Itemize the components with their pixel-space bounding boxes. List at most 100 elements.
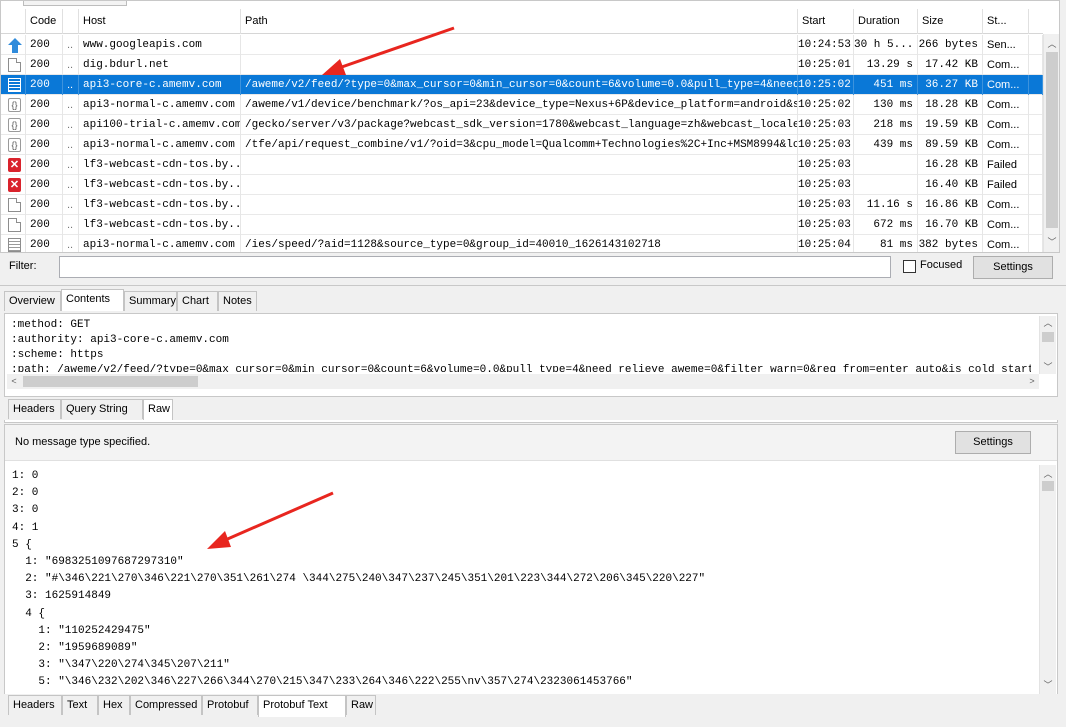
tab-overview[interactable]: Overview	[4, 291, 61, 311]
session-row[interactable]: 200.. lf3-webcast-cdn-tos.by... 10:25:03 67…	[1, 215, 1043, 235]
session-row[interactable]: 200.. api3-core-c.amemv.com/aweme/v2/feed…	[1, 75, 1043, 95]
scroll-up-icon[interactable]: ︿	[1044, 37, 1059, 51]
tab-request-raw[interactable]: Raw	[143, 399, 173, 420]
cell-start: 10:25:03	[798, 155, 854, 175]
cell-host: api3-normal-c.amemv.com	[79, 235, 241, 252]
grid-vertical-scrollbar[interactable]: ︿ ﹀	[1043, 34, 1059, 252]
focused-checkbox[interactable]	[903, 260, 916, 273]
tab-response-headers[interactable]: Headers	[8, 695, 62, 715]
protobuf-text-view[interactable]: 1: 0 2: 0 3: 0 4: 1 5 { 1: "6983251097687297…	[12, 468, 1042, 690]
tab-text[interactable]: Text	[62, 695, 98, 715]
text-document-icon	[8, 78, 21, 92]
cell-path: /gecko/server/v3/package?webcast_sdk_ver…	[241, 115, 798, 135]
document-icon	[8, 58, 21, 72]
protobuf-line: 1: "6983251097687297310"	[12, 556, 184, 569]
scrollbar-thumb[interactable]	[23, 376, 198, 387]
tab-summary[interactable]: Summary	[124, 291, 177, 311]
row-icon-cell: ✕	[1, 155, 26, 175]
cell-path	[241, 155, 798, 175]
session-row[interactable]: 200.. www.googleapis.com 10:24:53 30 h 5...…	[1, 35, 1043, 55]
request-horizontal-scrollbar[interactable]: < >	[7, 374, 1039, 389]
request-vertical-scrollbar[interactable]: ︿ ﹀	[1039, 316, 1056, 374]
document-icon	[8, 218, 21, 232]
cell-status: Com...	[983, 135, 1029, 155]
column-header-spacer	[63, 9, 79, 34]
response-settings-button[interactable]: Settings	[955, 431, 1031, 454]
row-end	[1029, 175, 1043, 195]
upload-arrow-icon	[8, 38, 22, 53]
request-line: :method: GET	[11, 319, 91, 331]
scroll-up-icon[interactable]: ︿	[1040, 467, 1056, 481]
tab-query-string[interactable]: Query String	[61, 399, 143, 419]
scroll-left-icon[interactable]: <	[7, 374, 21, 389]
cell-size: 382 bytes	[918, 235, 983, 252]
row-icon-cell	[1, 195, 26, 215]
response-vertical-scrollbar[interactable]: ︿ ﹀	[1039, 465, 1056, 694]
text-document-icon	[8, 238, 21, 252]
cell-code: 200	[26, 215, 63, 235]
column-header-start[interactable]: Start	[798, 9, 854, 34]
splitter[interactable]	[0, 285, 1066, 286]
tab-compressed[interactable]: Compressed	[130, 695, 202, 715]
scroll-down-icon[interactable]: ﹀	[1040, 360, 1056, 374]
scroll-right-icon[interactable]: >	[1025, 374, 1039, 389]
row-spacer: ..	[63, 175, 79, 195]
cell-path: /aweme/v1/device/benchmark/?os_api=23&de…	[241, 95, 798, 115]
cell-host: api100-trial-c.amemv.com	[79, 115, 241, 135]
tab-protobuf-text[interactable]: Protobuf Text	[258, 695, 346, 717]
tab-notes[interactable]: Notes	[218, 291, 257, 311]
cell-size: 16.28 KB	[918, 155, 983, 175]
request-line: :authority: api3-core-c.amemv.com	[11, 334, 229, 346]
cell-duration: 13.29 s	[854, 55, 918, 75]
column-header-host[interactable]: Host	[79, 9, 241, 34]
scrollbar-thumb[interactable]	[1046, 52, 1058, 228]
row-icon-cell	[1, 55, 26, 75]
protobuf-line: 1: "110252429475"	[12, 624, 151, 637]
filter-input[interactable]	[59, 256, 891, 278]
session-row[interactable]: 200.. dig.bdurl.net 10:25:01 13.29 s 17.42 K…	[1, 55, 1043, 75]
session-row[interactable]: {} 200.. api3-normal-c.amemv.com/tfe/api/r…	[1, 135, 1043, 155]
scroll-down-icon[interactable]: ﹀	[1040, 678, 1056, 692]
cell-path	[241, 175, 798, 195]
scroll-up-icon[interactable]: ︿	[1040, 316, 1056, 330]
cell-size: 16.86 KB	[918, 195, 983, 215]
cell-code: 200	[26, 95, 63, 115]
response-header-bar: No message type specified. Settings	[5, 425, 1057, 461]
cell-host: lf3-webcast-cdn-tos.by...	[79, 195, 241, 215]
column-header-code[interactable]: Code	[26, 9, 63, 34]
tab-request-headers[interactable]: Headers	[8, 399, 61, 419]
cell-host: api3-normal-c.amemv.com	[79, 135, 241, 155]
cell-code: 200	[26, 175, 63, 195]
scrollbar-thumb[interactable]	[1042, 481, 1054, 491]
session-row[interactable]: 200.. api3-normal-c.amemv.com/ies/speed/?…	[1, 235, 1043, 252]
scroll-down-icon[interactable]: ﹀	[1044, 235, 1059, 249]
session-row[interactable]: {} 200.. api100-trial-c.amemv.com/gecko/se…	[1, 115, 1043, 135]
row-icon-cell	[1, 75, 26, 95]
cell-duration: 130 ms	[854, 95, 918, 115]
tab-response-raw[interactable]: Raw	[346, 695, 376, 715]
request-headers-text[interactable]: :method: GET :authority: api3-core-c.ame…	[11, 318, 1031, 378]
session-row[interactable]: ✕ 200.. lf3-webcast-cdn-tos.by... 10:25:03 1…	[1, 155, 1043, 175]
row-spacer: ..	[63, 135, 79, 155]
response-pane[interactable]: No message type specified. Settings 1: 0…	[4, 424, 1058, 696]
session-row[interactable]: ✕ 200.. lf3-webcast-cdn-tos.by... 10:25:03 1…	[1, 175, 1043, 195]
scrollbar-thumb[interactable]	[1042, 332, 1054, 342]
tab-hex[interactable]: Hex	[98, 695, 130, 715]
column-header-size[interactable]: Size	[918, 9, 983, 34]
session-row[interactable]: {} 200.. api3-normal-c.amemv.com/aweme/v1/…	[1, 95, 1043, 115]
cell-status: Failed	[983, 175, 1029, 195]
json-icon: {}	[8, 118, 21, 132]
annotation-arrow-icon	[207, 491, 334, 549]
sessions-grid[interactable]: Code Host Path Start Duration Size St...…	[0, 0, 1060, 253]
row-spacer: ..	[63, 95, 79, 115]
row-icon-cell	[1, 215, 26, 235]
cell-host: api3-normal-c.amemv.com	[79, 95, 241, 115]
session-row[interactable]: 200.. lf3-webcast-cdn-tos.by... 10:25:03 11…	[1, 195, 1043, 215]
settings-button[interactable]: Settings	[973, 256, 1053, 279]
tab-protobuf[interactable]: Protobuf	[202, 695, 258, 715]
column-header-duration[interactable]: Duration	[854, 9, 918, 34]
column-header-status[interactable]: St...	[983, 9, 1029, 34]
tab-contents[interactable]: Contents	[61, 289, 124, 311]
tab-chart[interactable]: Chart	[177, 291, 218, 311]
top-strip	[1, 1, 1059, 7]
